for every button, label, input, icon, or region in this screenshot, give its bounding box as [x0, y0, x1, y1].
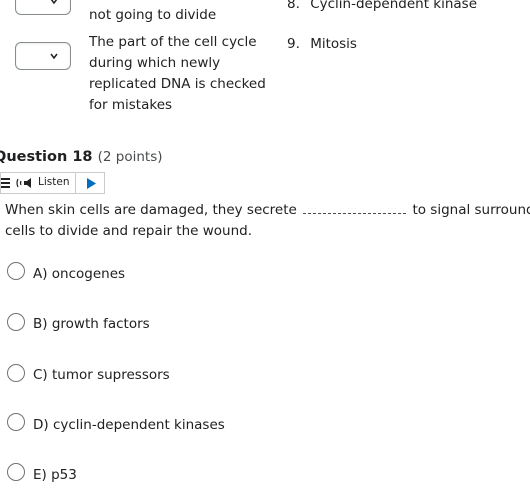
- description-line: during which newly: [89, 55, 221, 71]
- match-description-2: The part of the cell cycle during which …: [89, 32, 266, 116]
- match-description-1: not going to divide: [89, 7, 217, 23]
- question-stem: When skin cells are damaged, they secret…: [5, 200, 530, 242]
- radio-option-e[interactable]: [7, 463, 25, 481]
- match-option-9: 9. Mitosis: [287, 34, 357, 55]
- option-label: Cyclin-dependent kinase: [310, 0, 478, 12]
- question-points: (2 points): [97, 149, 163, 165]
- radio-option-d[interactable]: [7, 413, 25, 431]
- play-icon[interactable]: [86, 178, 96, 189]
- choice-label-b[interactable]: B) growth factors: [33, 316, 150, 332]
- radio-option-c[interactable]: [7, 364, 25, 382]
- match-select-1[interactable]: [15, 0, 71, 15]
- stem-line-2: cells to divide and repair the wound.: [5, 223, 253, 239]
- match-select-2[interactable]: [15, 42, 71, 70]
- radio-option-b[interactable]: [7, 313, 25, 331]
- stem-line-1: When skin cells are damaged, they secret…: [5, 200, 530, 221]
- fill-in-blank: [303, 213, 407, 214]
- menu-icon[interactable]: [1, 177, 10, 189]
- option-number: 8.: [287, 0, 300, 12]
- description-line: for mistakes: [89, 97, 173, 113]
- option-label: Mitosis: [310, 36, 357, 52]
- question-title: Question 18: [0, 149, 93, 165]
- chevron-down-icon: [50, 53, 58, 60]
- listen-widget[interactable]: Listen: [0, 172, 105, 194]
- speaker-icon: [16, 178, 31, 188]
- description-line: replicated DNA is checked: [89, 76, 266, 92]
- choice-label-e[interactable]: E) p53: [33, 467, 77, 483]
- choice-label-c[interactable]: C) tumor supressors: [33, 367, 170, 383]
- description-line: The part of the cell cycle: [89, 34, 257, 50]
- listen-divider: [75, 173, 76, 193]
- choice-label-d[interactable]: D) cyclin-dependent kinases: [33, 417, 225, 433]
- radio-option-a[interactable]: [7, 262, 25, 280]
- match-option-8: 8. Cyclin-dependent kinase: [287, 0, 477, 15]
- chevron-down-icon: [50, 0, 58, 5]
- option-number: 9.: [287, 36, 300, 52]
- stem-part-1: When skin cells are damaged, they secret…: [5, 202, 297, 218]
- choice-label-a[interactable]: A) oncogenes: [33, 266, 125, 282]
- question-header: Question 18 (2 points): [0, 146, 163, 165]
- stem-part-2: to signal surrounding: [412, 202, 530, 218]
- listen-label[interactable]: Listen: [38, 176, 69, 188]
